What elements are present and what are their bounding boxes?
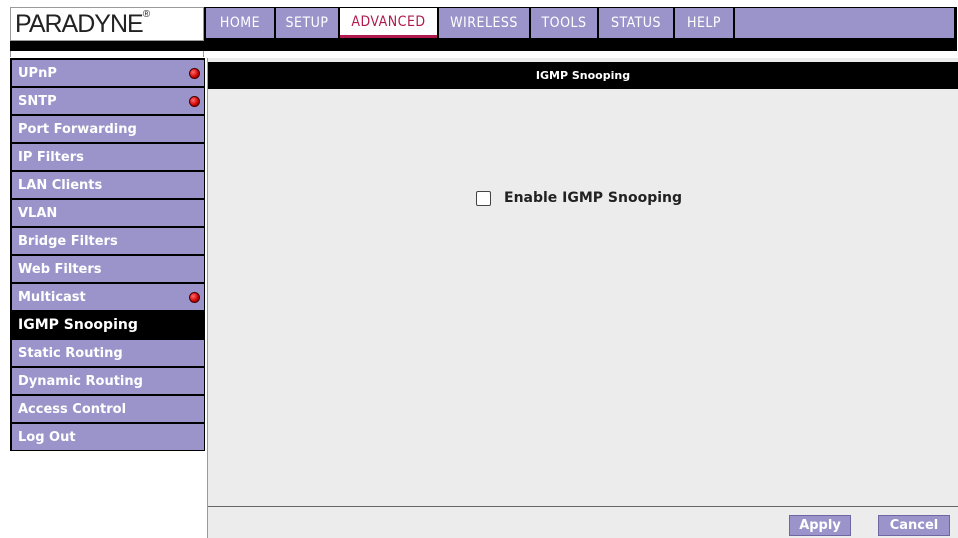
sidebar-item-upnp[interactable]: UPnP [12,60,204,86]
tab-home[interactable]: HOME [206,8,274,38]
status-red-dot-icon [189,68,200,79]
status-red-dot-icon [189,96,200,107]
sidebar-item-label: Bridge Filters [18,233,118,249]
tab-advanced[interactable]: ADVANCED [340,8,437,38]
sidebar-item-web-filters[interactable]: Web Filters [12,256,204,282]
enable-igmp-snooping-checkbox[interactable] [476,190,491,206]
sidebar-item-label: Dynamic Routing [18,373,143,389]
sidebar-item-dynamic-routing[interactable]: Dynamic Routing [12,368,204,394]
sidebar-item-log-out[interactable]: Log Out [12,424,204,450]
sidebar-item-label: Multicast [18,289,86,305]
logo-text: PARADYNE [15,10,144,38]
tab-wireless[interactable]: WIRELESS [439,8,529,38]
status-red-dot-icon [189,292,200,303]
sidebar-item-bridge-filters[interactable]: Bridge Filters [12,228,204,254]
sidebar-item-access-control[interactable]: Access Control [12,396,204,422]
sidebar: UPnP SNTP Port Forwarding IP Filters LAN… [10,58,205,451]
tab-tools[interactable]: TOOLS [531,8,597,38]
sidebar-item-static-routing[interactable]: Static Routing [12,340,204,366]
footer-divider [208,506,958,507]
apply-button[interactable]: Apply [789,515,851,536]
sidebar-item-label: Access Control [18,401,127,417]
sidebar-item-lan-clients[interactable]: LAN Clients [12,172,204,198]
sidebar-item-label: Static Routing [18,345,123,361]
sidebar-item-ip-filters[interactable]: IP Filters [12,144,204,170]
sidebar-item-igmp-snooping[interactable]: IGMP Snooping [12,312,204,338]
cancel-button[interactable]: Cancel [878,515,950,536]
paradyne-logo: PARADYNE® [10,7,204,41]
sidebar-item-label: IP Filters [18,149,84,165]
header-divider [10,41,957,51]
enable-igmp-snooping-label: Enable IGMP Snooping [504,190,683,206]
main-panel: IGMP Snooping Enable IGMP Snooping Apply… [207,58,958,538]
sidebar-item-label: Web Filters [18,261,102,277]
logo-trademark: ® [142,9,150,20]
sidebar-item-label: VLAN [18,205,58,221]
sidebar-item-port-forwarding[interactable]: Port Forwarding [12,116,204,142]
sidebar-item-label: LAN Clients [18,177,103,193]
sidebar-item-label: UPnP [18,65,57,81]
sidebar-item-multicast[interactable]: Multicast [12,284,204,310]
enable-igmp-snooping-row[interactable]: Enable IGMP Snooping [476,190,682,206]
tab-help[interactable]: HELP [675,8,733,38]
sidebar-item-sntp[interactable]: SNTP [12,88,204,114]
sidebar-item-label: SNTP [18,93,57,109]
sidebar-item-vlan[interactable]: VLAN [12,200,204,226]
tab-setup[interactable]: SETUP [276,8,338,38]
tab-status[interactable]: STATUS [599,8,673,38]
sidebar-item-label: Port Forwarding [18,121,137,137]
logo-spacer [10,51,204,57]
top-navigation: HOME SETUP ADVANCED WIRELESS TOOLS STATU… [204,7,957,41]
sidebar-item-label: IGMP Snooping [18,317,138,333]
sidebar-item-label: Log Out [18,429,76,445]
page-title: IGMP Snooping [208,62,958,89]
tab-filler [735,8,954,38]
